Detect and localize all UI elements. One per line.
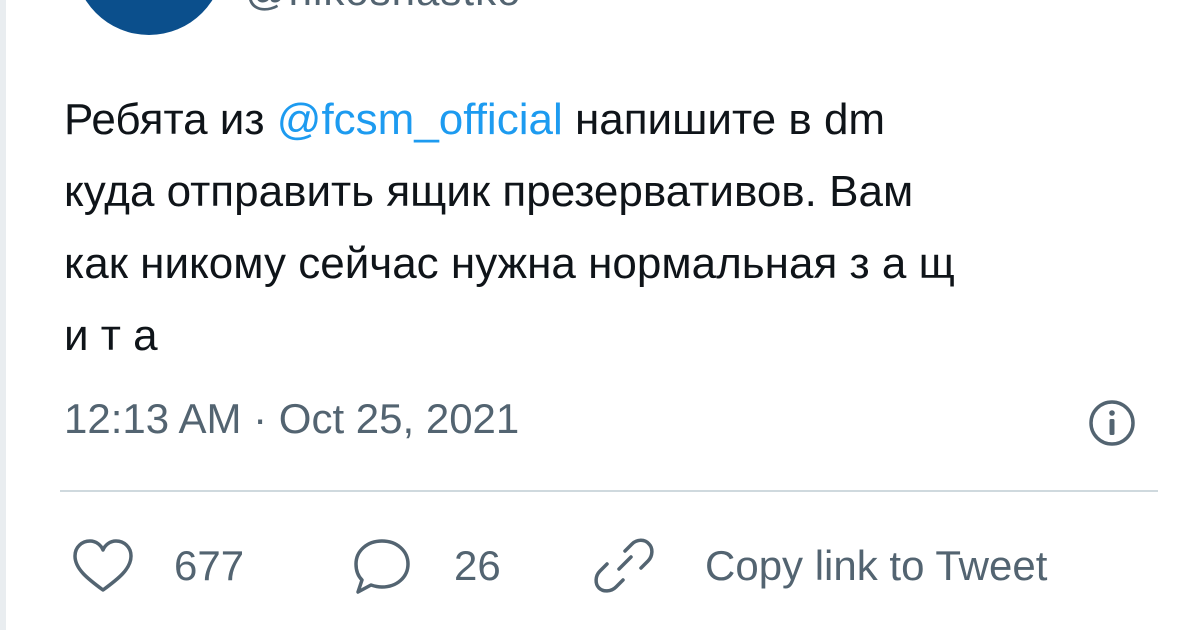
like-button[interactable]: 677 [72,536,244,596]
tweet-timestamp[interactable]: 12:13 AM · Oct 25, 2021 [64,394,519,444]
author-handle[interactable]: @nikosnastko [245,0,521,12]
like-count: 677 [174,542,245,589]
divider [60,490,1158,492]
copy-link-label: Copy link to Tweet [705,542,1048,589]
reply-count: 26 [454,542,501,589]
heart-icon [72,538,134,594]
tweet-text-before: Ребята из [64,95,277,144]
reply-icon [352,537,412,595]
avatar[interactable] [74,0,224,35]
left-edge-border [0,0,6,630]
link-icon [593,536,655,596]
tweet-text: Ребята из @fcsm_official напишите в dm к… [64,84,1154,372]
copy-link-button[interactable]: Copy link to Tweet [593,536,1047,596]
mention-link[interactable]: @fcsm_official [277,95,563,144]
reply-button[interactable]: 26 [352,536,501,596]
info-icon[interactable] [1087,398,1137,448]
